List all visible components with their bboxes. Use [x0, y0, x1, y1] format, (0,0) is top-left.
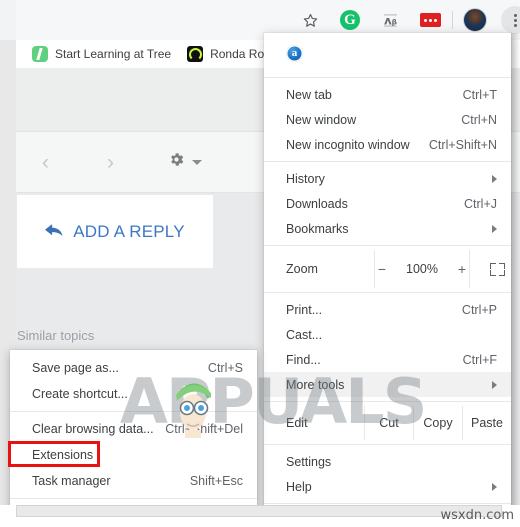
menu-item-label: New window [286, 112, 357, 127]
menu-separator [264, 77, 511, 78]
fullscreen-button[interactable] [470, 250, 520, 288]
menu-separator [264, 503, 511, 504]
next-page-arrow[interactable]: › [107, 152, 114, 173]
menu-separator [264, 161, 511, 162]
chevron-right-icon [492, 380, 497, 389]
red-extension-glyph [419, 13, 441, 27]
cut-button[interactable]: Cut [364, 406, 413, 440]
bookmark-item-1[interactable]: Ronda Rou [187, 46, 271, 62]
menu-item-label: Task manager [32, 474, 111, 488]
menu-item-label: Create shortcut... [32, 387, 128, 401]
menu-item-label: New incognito window [286, 137, 410, 152]
menu-item-label: Extensions [32, 448, 94, 462]
menu-item-accelerator: Ctrl+S [207, 361, 243, 375]
bookmark-item-0[interactable]: Start Learning at Tree [32, 46, 171, 62]
zoom-out-button[interactable]: − [375, 262, 389, 276]
menu-item-settings[interactable]: Settings [264, 449, 511, 474]
menu-item-accelerator: Ctrl+N [461, 112, 497, 127]
similar-topics-heading: Similar topics [17, 328, 95, 343]
menu-separator [264, 401, 511, 402]
amazon-assistant-icon[interactable]: a [286, 44, 303, 62]
reply-arrow-icon [45, 223, 64, 241]
chevron-right-icon [492, 224, 497, 233]
menu-item-label: Cast... [286, 327, 323, 342]
submenu-item-extensions[interactable]: Extensions [8, 441, 257, 468]
zoom-controls: − 100% + [374, 250, 470, 288]
site-watermark: wsxdn.com [440, 508, 515, 523]
submenu-item-clear-browsing-data[interactable]: Clear browsing data... Ctrl+Shift+Del [10, 416, 257, 442]
menu-item-label: New tab [286, 87, 332, 102]
menu-item-bookmarks[interactable]: Bookmarks [264, 216, 511, 241]
menu-item-label: Find... [286, 352, 321, 367]
account-row[interactable]: a [264, 33, 511, 73]
add-reply-label: ADD A REPLY [73, 221, 185, 241]
menu-item-accelerator: Ctrl+F [462, 352, 497, 367]
menu-item-label: Downloads [286, 196, 348, 211]
treehouse-favicon [32, 46, 48, 62]
kebab-glyph [501, 6, 520, 34]
menu-item-downloads[interactable]: Downloads Ctrl+J [264, 191, 511, 216]
submenu-item-task-manager[interactable]: Task manager Shift+Esc [10, 468, 257, 494]
screenshot-root: G ʌᵦ Start Learning at Tree Ronda Rou ‹ … [0, 0, 520, 527]
add-reply-button[interactable]: ADD A REPLY [17, 195, 213, 268]
chevron-right-icon [492, 174, 497, 183]
menu-item-history[interactable]: History [264, 166, 511, 191]
zoom-in-button[interactable]: + [455, 262, 469, 276]
menu-item-accelerator: Ctrl+Shift+Del [165, 422, 243, 436]
avatar-image [463, 8, 487, 32]
more-tools-submenu: Save page as... Ctrl+S Create shortcut..… [8, 350, 257, 527]
submenu-item-create-shortcut[interactable]: Create shortcut... [10, 381, 257, 407]
bookmark-label: Ronda Rou [210, 47, 271, 61]
zoom-label: Zoom [286, 262, 318, 276]
menu-item-cast[interactable]: Cast... [264, 322, 511, 347]
fullscreen-icon [489, 262, 505, 276]
menu-item-accelerator: Ctrl+J [464, 196, 497, 211]
menu-item-find[interactable]: Find... Ctrl+F [264, 347, 511, 372]
menu-item-label: Print... [286, 302, 323, 317]
ronda-favicon [187, 46, 204, 62]
menu-item-label: Save page as... [32, 361, 119, 375]
menu-item-accelerator: Ctrl+P [461, 302, 497, 317]
menu-item-label: Help [286, 479, 312, 494]
zoom-value: 100% [406, 262, 438, 276]
copy-button[interactable]: Copy [413, 406, 462, 440]
submenu-item-save-page-as[interactable]: Save page as... Ctrl+S [10, 355, 257, 381]
menu-item-accelerator: Ctrl+T [462, 87, 497, 102]
menu-separator [264, 245, 511, 246]
menu-item-new-incognito-window[interactable]: New incognito window Ctrl+Shift+N [264, 132, 511, 157]
zoom-row: Zoom − 100% + [264, 250, 511, 288]
menu-item-new-tab[interactable]: New tab Ctrl+T [264, 82, 511, 107]
menu-separator [264, 292, 511, 293]
menu-separator [10, 498, 257, 499]
menu-item-more-tools[interactable]: More tools [264, 372, 511, 397]
menu-item-print[interactable]: Print... Ctrl+P [264, 297, 511, 322]
prev-page-arrow[interactable]: ‹ [42, 152, 49, 173]
menu-item-label: Bookmarks [286, 221, 349, 236]
svg-text:ʌᵦ: ʌᵦ [383, 13, 397, 27]
menu-item-help[interactable]: Help [264, 474, 511, 499]
menu-item-label: More tools [286, 377, 345, 392]
menu-item-new-window[interactable]: New window Ctrl+N [264, 107, 511, 132]
chrome-main-menu: a New tab Ctrl+T New window Ctrl+N New i… [264, 33, 511, 527]
grammarly-glyph: G [340, 10, 360, 30]
bookmark-label: Start Learning at Tree [55, 47, 172, 61]
menu-separator [10, 411, 257, 412]
chevron-down-icon[interactable] [192, 159, 202, 165]
edit-label: Edit [286, 416, 308, 430]
paste-button[interactable]: Paste [462, 406, 511, 440]
menu-item-label: Clear browsing data... [32, 422, 154, 436]
menu-item-label: History [286, 171, 325, 186]
menu-item-accelerator: Ctrl+Shift+N [428, 137, 497, 152]
gear-icon[interactable] [168, 151, 185, 173]
edit-row: Edit Cut Copy Paste [264, 406, 511, 440]
toolbar-divider [452, 11, 453, 29]
menu-item-label: Settings [286, 454, 332, 469]
scrollbar-track[interactable] [16, 505, 502, 517]
menu-separator [264, 444, 511, 445]
menu-item-accelerator: Shift+Esc [189, 474, 243, 488]
chevron-right-icon [492, 482, 497, 491]
